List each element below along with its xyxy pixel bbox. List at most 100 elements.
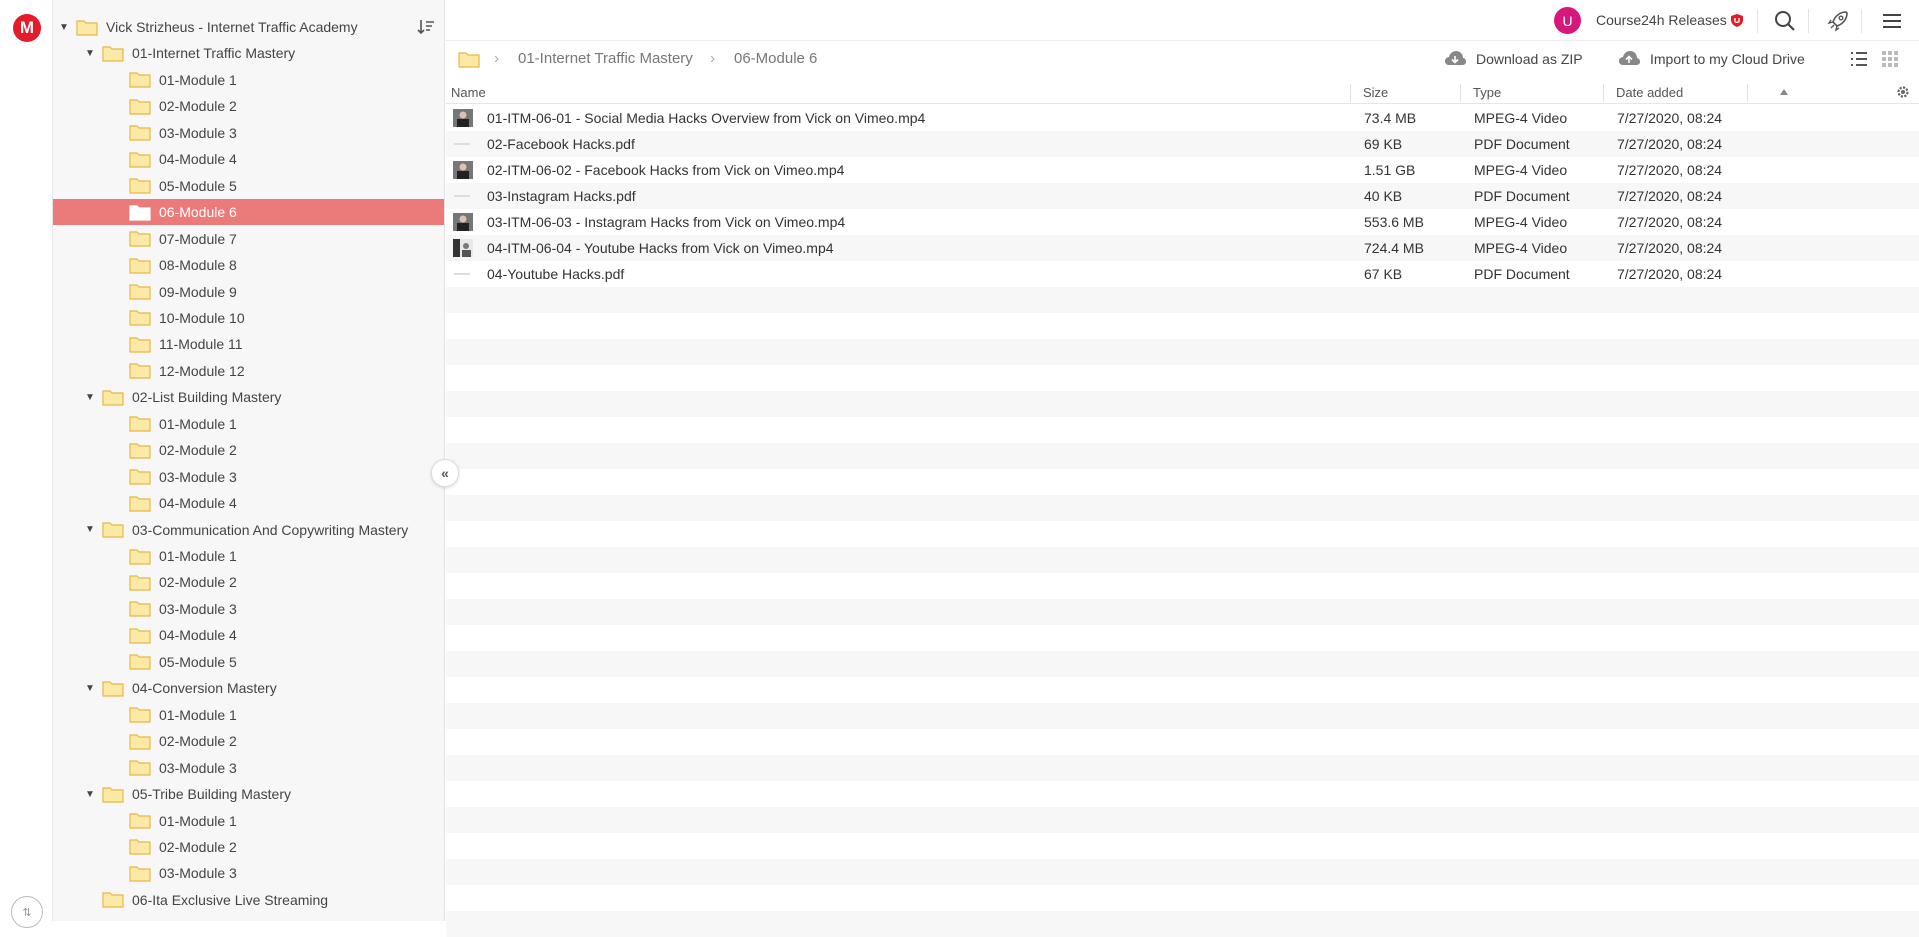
tree-item-label: 01-Module 1 [159, 812, 237, 829]
tree-item-module[interactable]: 03-Module 3 [53, 596, 444, 622]
tree-item-module[interactable]: 03-Module 3 [53, 464, 444, 490]
video-thumbnail-icon [453, 109, 473, 127]
table-row[interactable]: 04-ITM-06-04 - Youtube Hacks from Vick o… [446, 235, 1919, 261]
tree-item-module[interactable]: 02-Module 2 [53, 834, 444, 860]
table-row[interactable]: 01-ITM-06-01 - Social Media Hacks Overvi… [446, 105, 1919, 131]
tree-item-module[interactable]: 02-Module 2 [53, 728, 444, 754]
folder-open-icon [102, 681, 124, 697]
tree-item-module[interactable]: 09-Module 9 [53, 279, 444, 305]
tree-item-folder[interactable]: ▼ 04-Conversion Mastery [53, 675, 444, 701]
tree-item-label: 02-Module 2 [159, 838, 237, 855]
tree-item-module[interactable]: 01-Module 1 [53, 543, 444, 569]
column-divider[interactable] [1747, 84, 1748, 102]
root-folder-icon[interactable] [458, 50, 480, 68]
tree-item-module[interactable]: 02-Module 2 [53, 93, 444, 119]
tree-item-label: 12-Module 12 [159, 362, 245, 379]
breadcrumb-item-current[interactable]: 06-Module 6 [734, 50, 817, 67]
row-stripe [446, 313, 1919, 339]
expand-arrow-icon[interactable]: ▼ [59, 22, 69, 33]
tree-item-module[interactable]: 05-Module 5 [53, 649, 444, 675]
column-name[interactable]: Name [451, 85, 486, 100]
tree-item-module[interactable]: 01-Module 1 [53, 702, 444, 728]
folder-icon [129, 654, 151, 670]
tree-item-label: 01-Internet Traffic Mastery [132, 45, 296, 62]
column-divider[interactable] [1603, 84, 1604, 102]
tree-item-module[interactable]: 01-Module 1 [53, 411, 444, 437]
tree-item-module[interactable]: 10-Module 10 [53, 305, 444, 331]
download-zip-button[interactable]: Download as ZIP [1444, 50, 1583, 68]
account-name[interactable]: Course24h Releases [1596, 12, 1727, 28]
tree-item-folder[interactable]: ▼ 03-Communication And Copywriting Master… [53, 517, 444, 543]
search-icon[interactable] [1773, 9, 1797, 33]
expand-arrow-icon[interactable]: ▼ [85, 48, 95, 59]
folder-icon [129, 813, 151, 829]
collapse-sidebar-button[interactable]: « [431, 459, 459, 487]
grid-view-icon[interactable] [1880, 49, 1900, 69]
rocket-icon[interactable] [1826, 9, 1850, 33]
tree-item-module[interactable]: 02-Module 2 [53, 569, 444, 595]
column-size[interactable]: Size [1363, 85, 1388, 100]
tree-item-label: 09-Module 9 [159, 283, 237, 300]
pdf-thumbnail-icon [454, 195, 470, 197]
file-size: 69 KB [1364, 136, 1403, 152]
file-date: 7/27/2020, 08:24 [1617, 162, 1723, 178]
pdf-thumbnail-icon [454, 143, 470, 145]
table-row[interactable]: 02-Facebook Hacks.pdf 69 KB PDF Document 7/… [446, 131, 1919, 157]
tree-item-label: 03-Module 3 [159, 124, 237, 141]
expand-arrow-icon[interactable]: ▼ [85, 683, 95, 694]
tree-item-module[interactable]: 06-Module 6 [53, 199, 444, 226]
column-divider[interactable] [1460, 84, 1461, 102]
breadcrumb-item[interactable]: 01-Internet Traffic Mastery [518, 50, 693, 67]
folder-open-icon [102, 786, 124, 803]
tree-item-module[interactable]: 04-Module 4 [53, 490, 444, 516]
table-row[interactable]: 02-ITM-06-02 - Facebook Hacks from Vick … [446, 157, 1919, 183]
tree-item-folder[interactable]: 06-Ita Exclusive Live Streaming [53, 887, 444, 913]
tree-item-module[interactable]: 05-Module 5 [53, 173, 444, 199]
cloud-upload-icon [1619, 51, 1640, 65]
expand-arrow-icon[interactable]: ▼ [85, 789, 95, 800]
tree-item-module[interactable]: 04-Module 4 [53, 146, 444, 172]
tree-item-folder[interactable]: ▼ 02-List Building Mastery [53, 384, 444, 410]
tree-item-folder[interactable]: ▼ Vick Strizheus - Internet Traffic Acade… [53, 14, 444, 40]
list-view-icon[interactable] [1849, 49, 1869, 69]
file-type: MPEG-4 Video [1474, 110, 1568, 126]
folder-icon [129, 866, 151, 882]
tree-item-folder[interactable]: ▼ 05-Tribe Building Mastery [53, 781, 444, 807]
mega-logo-icon[interactable]: M [13, 14, 41, 42]
table-row[interactable]: 03-ITM-06-03 - Instagram Hacks from Vick… [446, 209, 1919, 235]
row-stripe [446, 443, 1919, 469]
sort-icon[interactable] [414, 16, 436, 38]
file-type: MPEG-4 Video [1474, 240, 1568, 256]
table-row[interactable]: 04-Youtube Hacks.pdf 67 KB PDF Document 7/2… [446, 261, 1919, 287]
expand-arrow-icon[interactable]: ▼ [85, 524, 95, 535]
row-stripe [446, 651, 1919, 677]
folder-icon [129, 443, 151, 459]
import-cloud-button[interactable]: Import to my Cloud Drive [1618, 50, 1805, 68]
transfer-status-icon[interactable]: ⇅ [11, 896, 43, 928]
column-divider[interactable] [1350, 84, 1351, 102]
tree-item-module[interactable]: 07-Module 7 [53, 226, 444, 252]
file-name: 04-Youtube Hacks.pdf [487, 266, 625, 282]
tree-item-module[interactable]: 04-Module 4 [53, 622, 444, 648]
gear-icon[interactable] [1895, 84, 1911, 100]
tree-item-module[interactable]: 12-Module 12 [53, 358, 444, 384]
tree-item-folder[interactable]: ▼ 01-Internet Traffic Mastery [53, 40, 444, 66]
tree-item-label: 03-Module 3 [159, 759, 237, 776]
tree-item-module[interactable]: 11-Module 11 [53, 331, 444, 357]
tree-item-label: 08-Module 8 [159, 257, 237, 274]
menu-icon[interactable] [1880, 9, 1904, 33]
tree-item-module[interactable]: 01-Module 1 [53, 67, 444, 93]
avatar[interactable]: U [1554, 7, 1581, 34]
tree-item-module[interactable]: 03-Module 3 [53, 860, 444, 886]
expand-arrow-icon[interactable]: ▼ [85, 392, 95, 403]
column-type[interactable]: Type [1473, 85, 1501, 100]
tree-item-module[interactable]: 02-Module 2 [53, 437, 444, 463]
tree-item-module[interactable]: 03-Module 3 [53, 120, 444, 146]
tree-item-module[interactable]: 01-Module 1 [53, 808, 444, 834]
file-date: 7/27/2020, 08:24 [1617, 188, 1723, 204]
row-stripe [446, 339, 1919, 365]
column-date[interactable]: Date added [1616, 85, 1683, 100]
table-row[interactable]: 03-Instagram Hacks.pdf 40 KB PDF Document 7… [446, 183, 1919, 209]
tree-item-module[interactable]: 03-Module 3 [53, 755, 444, 781]
tree-item-module[interactable]: 08-Module 8 [53, 252, 444, 278]
